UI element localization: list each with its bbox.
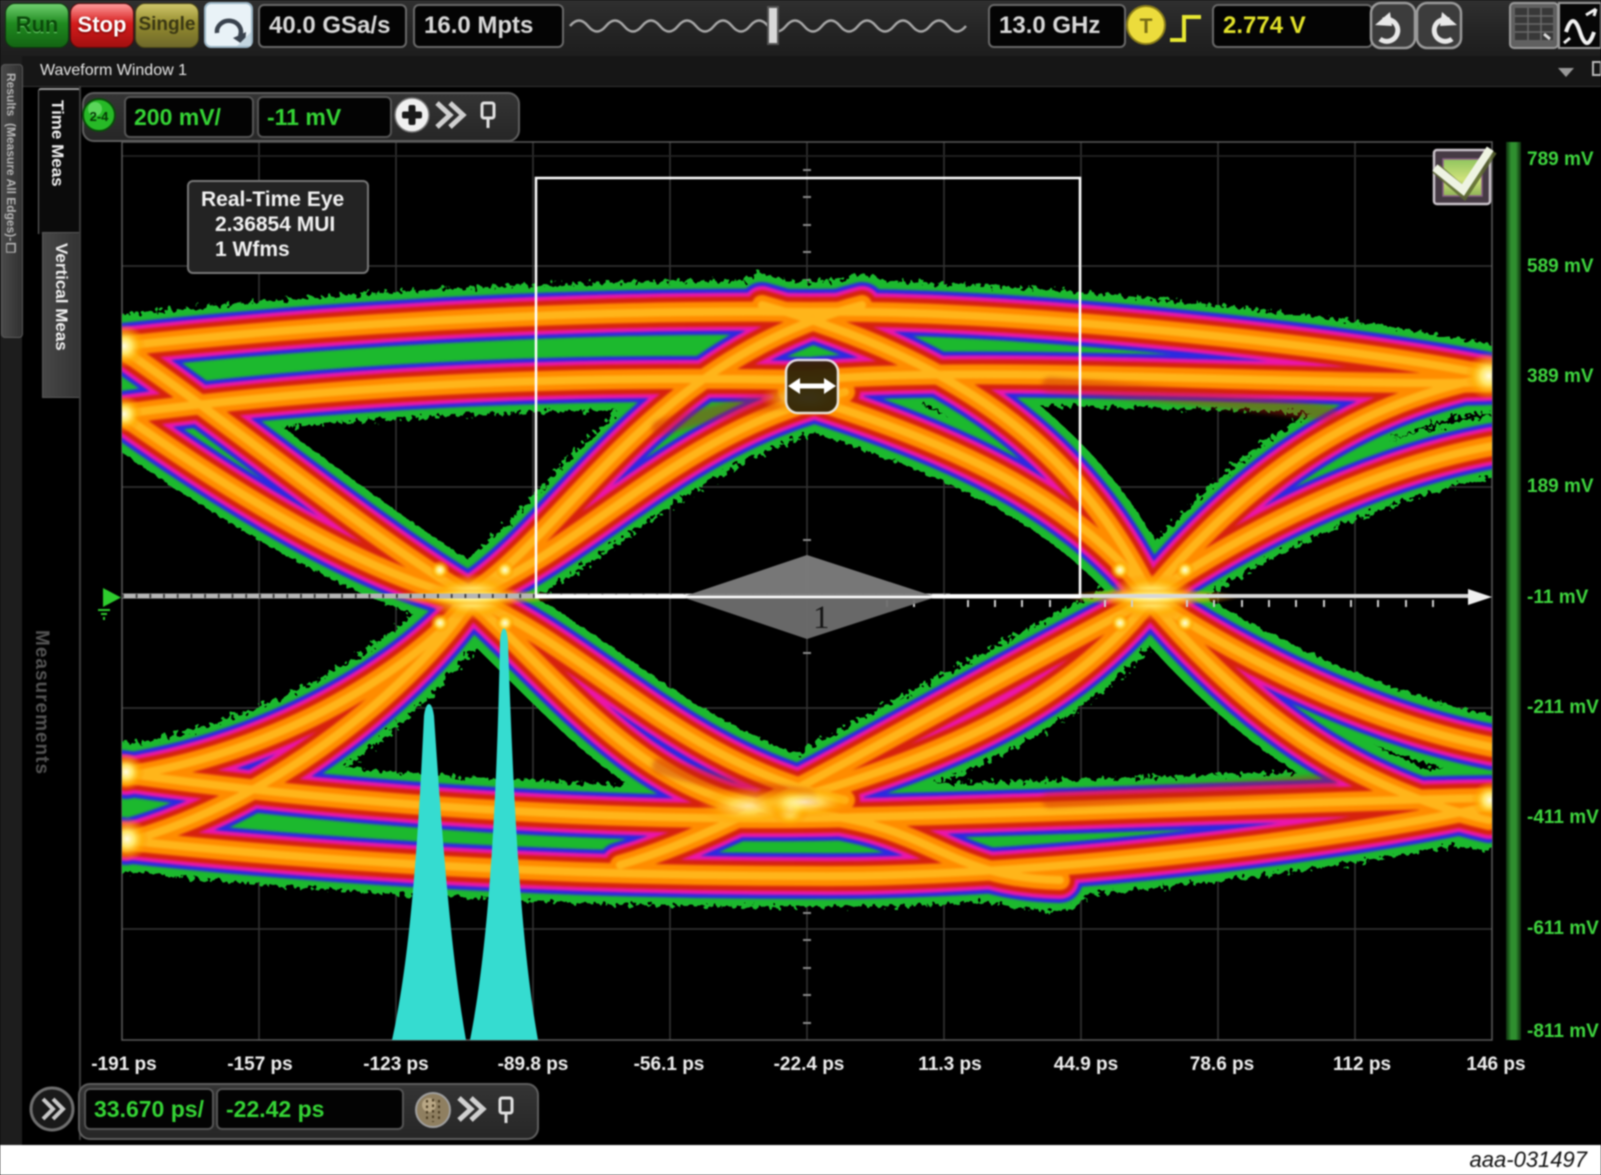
- svg-text:2-4: 2-4: [90, 109, 110, 124]
- svg-text:1: 1: [813, 600, 830, 636]
- svg-text:T: T: [1140, 15, 1153, 38]
